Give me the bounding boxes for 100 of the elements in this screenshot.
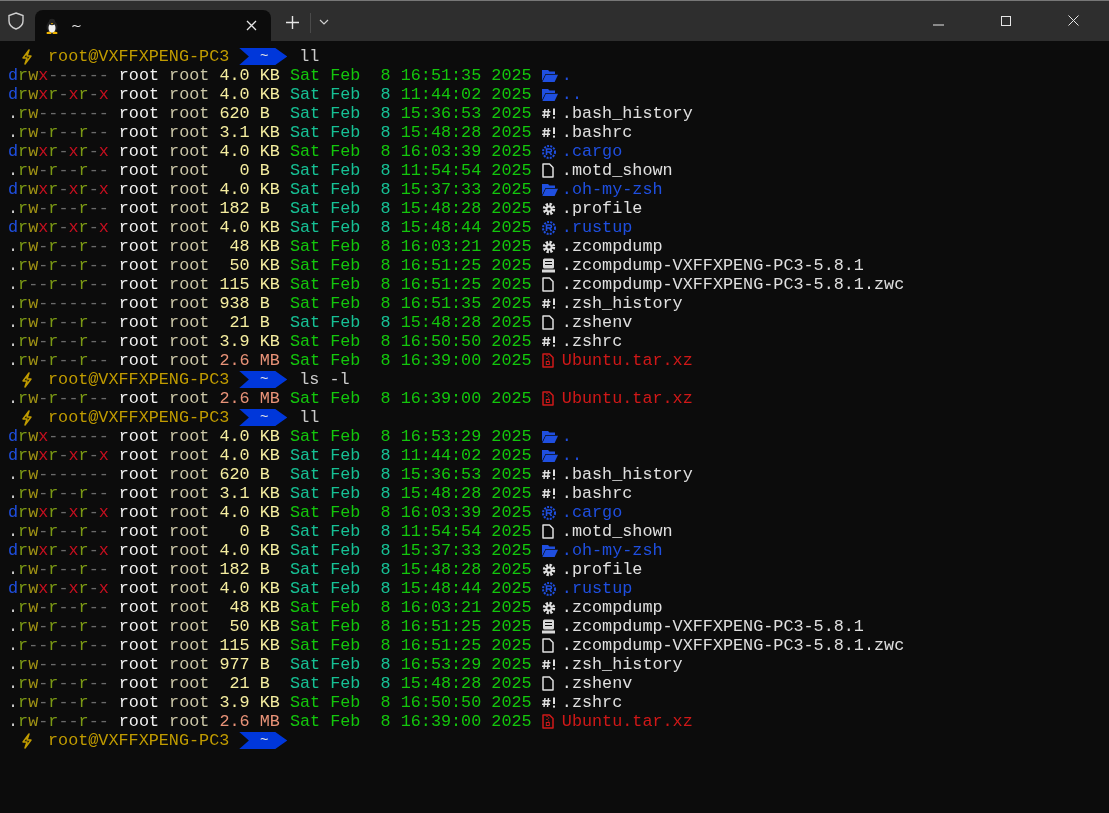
year-text: 2025 (491, 104, 532, 123)
hash-icon (541, 659, 556, 670)
permissions-text: .rw------- (8, 465, 110, 484)
size-text: 3.9 (219, 332, 250, 351)
unit-text: KB (259, 85, 281, 104)
owner-text: root (118, 294, 161, 313)
penguin-icon (45, 17, 59, 34)
terminal-tab[interactable]: ~ (35, 10, 271, 41)
plus-icon[interactable] (286, 16, 299, 29)
owner-text: root (118, 427, 161, 446)
size-text: 50 (228, 617, 250, 636)
size-text: 4.0 (219, 579, 250, 598)
shield-icon[interactable] (8, 12, 24, 30)
time-text: 16:51:35 (400, 66, 482, 85)
hash-icon (541, 127, 556, 138)
time-text: 15:37:33 (400, 180, 482, 199)
document-icon (541, 277, 554, 292)
prompt-host: root@VXFFXPENG-PC3 (48, 370, 230, 389)
size-text: 182 (219, 199, 250, 218)
group-text: root (169, 199, 211, 218)
unit-text: B (259, 294, 271, 313)
unit-text: B (259, 560, 271, 579)
unit-text: B (259, 522, 271, 541)
permissions-text: .rw-r--r-- (8, 199, 110, 218)
size-text: 115 (219, 275, 250, 294)
year-text: 2025 (491, 465, 532, 484)
year-text: 2025 (491, 313, 532, 332)
group-text: root (169, 693, 211, 712)
year-text: 2025 (491, 522, 532, 541)
permissions-text: .rw-r--r-- (8, 598, 110, 617)
size-text: 2.6 (219, 712, 250, 731)
file-name: .zshrc (561, 693, 623, 712)
group-text: root (169, 579, 211, 598)
group-text: root (169, 218, 211, 237)
owner-text: root (118, 389, 161, 408)
date-text: Sat Feb 8 (289, 161, 392, 180)
year-text: 2025 (491, 503, 532, 522)
cog-badge-icon (541, 144, 556, 159)
time-text: 16:51:25 (400, 617, 482, 636)
size-text: 4.0 (219, 427, 250, 446)
year-text: 2025 (491, 712, 532, 731)
owner-text: root (118, 674, 161, 693)
permissions-text: drwxr-xr-x (8, 541, 110, 560)
permissions-text: .rw-r--r-- (8, 617, 110, 636)
file-name: .. (561, 446, 582, 465)
owner-text: root (118, 351, 161, 370)
path-segment: ~ (239, 409, 288, 426)
chevron-down-icon[interactable] (319, 19, 329, 25)
size-text: 4.0 (219, 218, 250, 237)
owner-text: root (118, 446, 161, 465)
date-text: Sat Feb 8 (289, 218, 392, 237)
date-text: Sat Feb 8 (289, 465, 392, 484)
prompt-host: root@VXFFXPENG-PC3 (48, 47, 230, 66)
year-text: 2025 (491, 655, 532, 674)
group-text: root (169, 712, 211, 731)
maximize-icon[interactable] (1001, 16, 1011, 26)
owner-text: root (118, 104, 161, 123)
document-icon (541, 524, 554, 539)
date-text: Sat Feb 8 (289, 275, 392, 294)
year-text: 2025 (491, 161, 532, 180)
size-text: 4.0 (219, 180, 250, 199)
permissions-text: .rw-r--r-- (8, 484, 110, 503)
owner-text: root (118, 85, 161, 104)
time-text: 15:36:53 (400, 465, 482, 484)
file-name: .zcompdump (561, 598, 663, 617)
size-text: 50 (228, 256, 250, 275)
owner-text: root (118, 503, 161, 522)
folder-icon (541, 544, 558, 557)
permissions-text: .rw-r--r-- (8, 123, 110, 142)
permissions-text: .r--r--r-- (8, 636, 110, 655)
size-text: 4.0 (219, 541, 250, 560)
owner-text: root (118, 465, 161, 484)
file-name: .oh-my-zsh (561, 541, 663, 560)
size-text: 2.6 (219, 389, 250, 408)
group-text: root (169, 66, 211, 85)
gear-icon (541, 562, 556, 577)
unit-text: KB (259, 693, 281, 712)
date-text: Sat Feb 8 (289, 522, 392, 541)
owner-text: root (118, 256, 161, 275)
time-text: 15:36:53 (400, 104, 482, 123)
unit-text: KB (259, 180, 281, 199)
unit-text: KB (259, 66, 281, 85)
year-text: 2025 (491, 256, 532, 275)
lightning-icon (21, 409, 33, 426)
file-name: .zcompdump (561, 237, 663, 256)
unit-text: KB (259, 503, 281, 522)
unit-text: KB (259, 427, 281, 446)
date-text: Sat Feb 8 (289, 560, 392, 579)
unit-text: KB (259, 446, 281, 465)
time-text: 16:39:00 (400, 351, 482, 370)
time-text: 11:44:02 (400, 85, 482, 104)
close-icon[interactable] (246, 20, 257, 31)
year-text: 2025 (491, 85, 532, 104)
time-text: 16:53:29 (400, 655, 482, 674)
size-text: 4.0 (219, 446, 250, 465)
path-segment: ~ (239, 371, 288, 388)
close-icon[interactable] (1068, 15, 1079, 26)
time-text: 16:51:25 (400, 275, 482, 294)
size-text: 0 (238, 161, 250, 180)
file-name: .bash_history (561, 465, 693, 484)
